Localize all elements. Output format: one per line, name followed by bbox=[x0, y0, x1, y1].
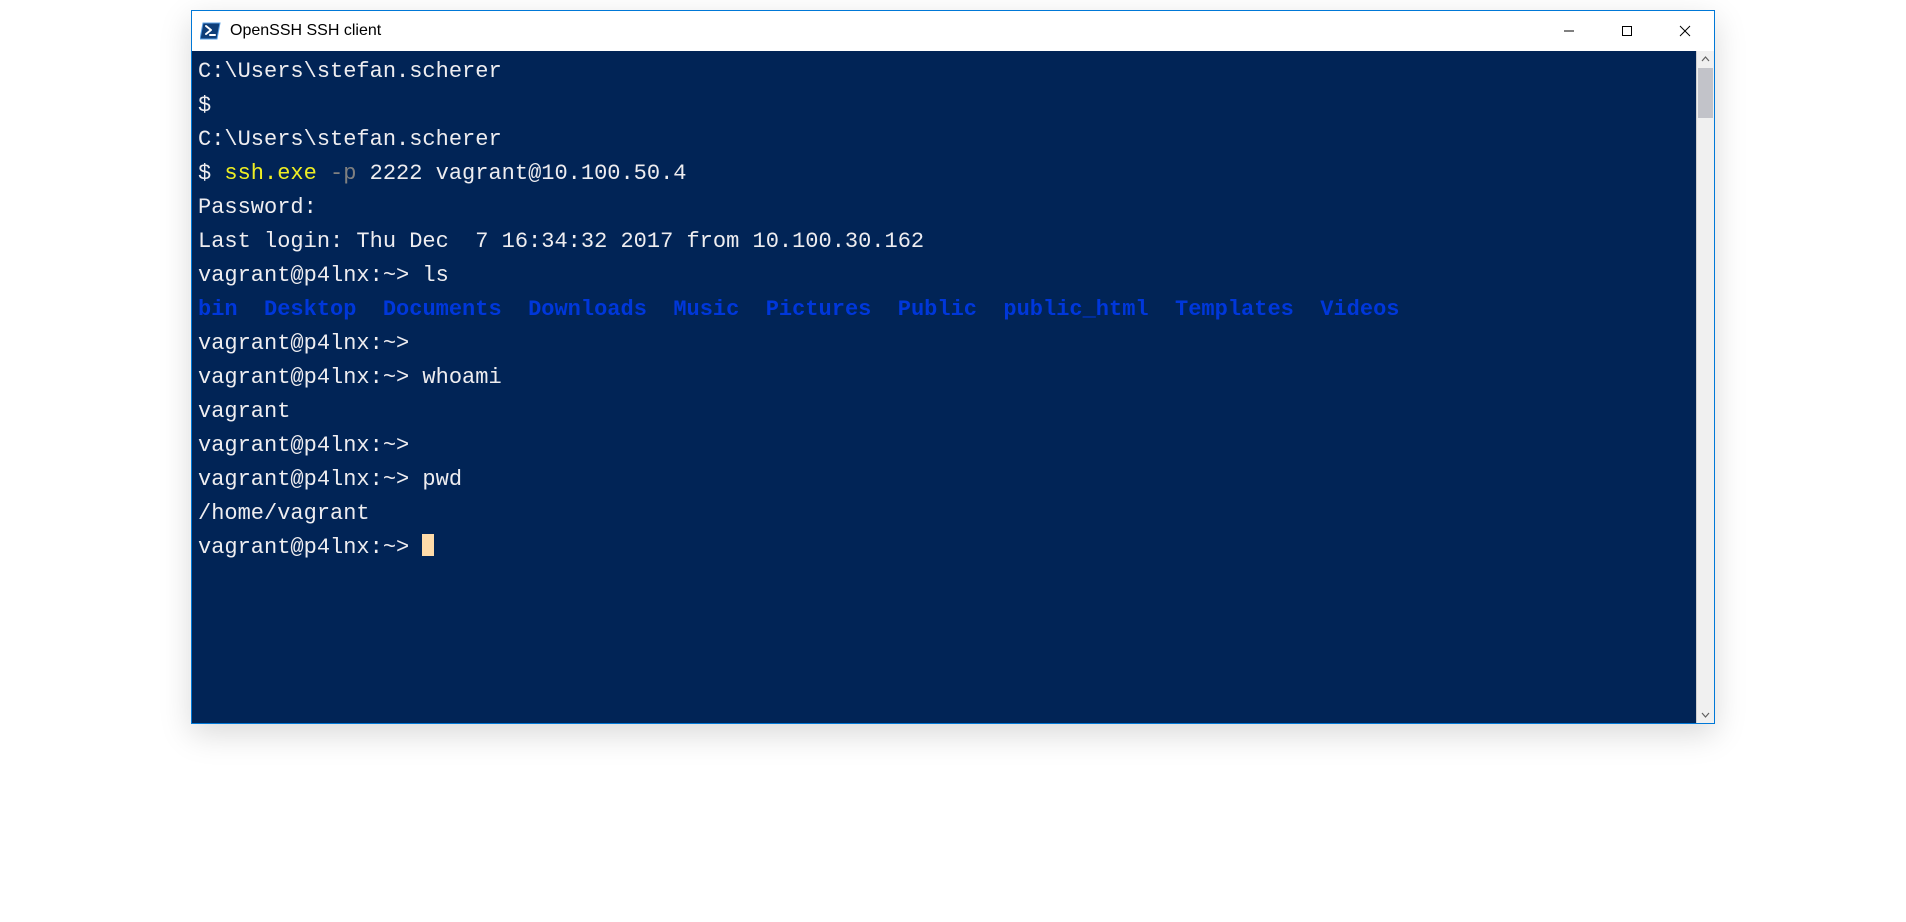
ssh-exe: ssh.exe bbox=[224, 161, 316, 186]
remote-prompt: vagrant@p4lnx:~> bbox=[198, 331, 409, 356]
local-path: C:\Users\stefan.scherer bbox=[198, 59, 502, 84]
scrollbar[interactable] bbox=[1696, 51, 1714, 723]
terminal[interactable]: C:\Users\stefan.scherer $ C:\Users\stefa… bbox=[192, 51, 1696, 723]
powershell-icon bbox=[200, 20, 222, 42]
cmd-whoami: whoami bbox=[409, 365, 501, 390]
ls-dir: Public bbox=[898, 297, 977, 322]
remote-prompt: vagrant@p4lnx:~> bbox=[198, 535, 409, 560]
ls-dir: bin bbox=[198, 297, 238, 322]
password-prompt: Password: bbox=[198, 195, 317, 220]
remote-prompt: vagrant@p4lnx:~> bbox=[198, 467, 409, 492]
ls-dir: Videos bbox=[1320, 297, 1399, 322]
remote-prompt: vagrant@p4lnx:~> bbox=[198, 263, 409, 288]
ls-dir: public_html bbox=[1003, 297, 1148, 322]
local-prompt: $ bbox=[198, 161, 211, 186]
ls-dir: Pictures bbox=[766, 297, 872, 322]
scroll-up-button[interactable] bbox=[1697, 51, 1714, 68]
ls-dir: Documents bbox=[383, 297, 502, 322]
window: OpenSSH SSH client C:\Users\stefan.scher… bbox=[191, 10, 1715, 724]
close-button[interactable] bbox=[1656, 11, 1714, 51]
ls-dir: Downloads bbox=[528, 297, 647, 322]
ls-dir: Music bbox=[673, 297, 739, 322]
local-prompt: $ bbox=[198, 93, 211, 118]
minimize-button[interactable] bbox=[1540, 11, 1598, 51]
last-login: Last login: Thu Dec 7 16:34:32 2017 from… bbox=[198, 229, 924, 254]
cmd-ls: ls bbox=[409, 263, 449, 288]
remote-prompt: vagrant@p4lnx:~> bbox=[198, 433, 409, 458]
pwd-output: /home/vagrant bbox=[198, 501, 370, 526]
whoami-output: vagrant bbox=[198, 399, 290, 424]
local-path: C:\Users\stefan.scherer bbox=[198, 127, 502, 152]
scroll-down-button[interactable] bbox=[1697, 706, 1714, 723]
ls-dir: Templates bbox=[1175, 297, 1294, 322]
titlebar-left: OpenSSH SSH client bbox=[200, 20, 381, 42]
cmd-pwd: pwd bbox=[409, 467, 462, 492]
scroll-thumb[interactable] bbox=[1698, 68, 1713, 118]
titlebar[interactable]: OpenSSH SSH client bbox=[192, 11, 1714, 51]
ssh-args: 2222 vagrant@10.100.50.4 bbox=[356, 161, 686, 186]
window-title: OpenSSH SSH client bbox=[230, 22, 381, 40]
window-controls bbox=[1540, 11, 1714, 51]
remote-prompt: vagrant@p4lnx:~> bbox=[198, 365, 409, 390]
maximize-button[interactable] bbox=[1598, 11, 1656, 51]
terminal-area: C:\Users\stefan.scherer $ C:\Users\stefa… bbox=[192, 51, 1714, 723]
ls-dir: Desktop bbox=[264, 297, 356, 322]
ssh-flag: -p bbox=[317, 161, 357, 186]
cursor-block bbox=[422, 534, 434, 556]
